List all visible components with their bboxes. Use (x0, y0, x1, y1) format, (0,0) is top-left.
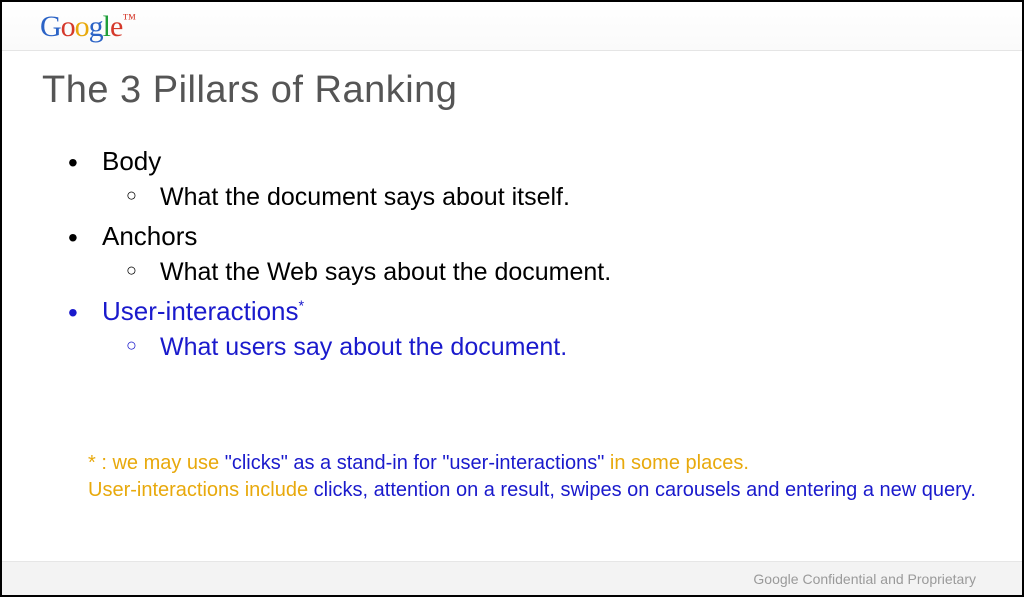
google-logo: Google™ (40, 10, 135, 43)
logo-letter-g2: g (89, 10, 103, 43)
pillar-sublist: What the document says about itself. (102, 181, 982, 215)
footer-text: Google Confidential and Proprietary (753, 571, 976, 587)
logo-tm: ™ (122, 12, 135, 27)
footnote-segment: User-interactions include (88, 479, 308, 501)
slide-frame: Google™ The 3 Pillars of Ranking Body Wh… (0, 0, 1024, 597)
logo-letter-o2: o (75, 10, 89, 43)
pillar-item-body: Body What the document says about itself… (102, 144, 982, 215)
slide-header: Google™ (2, 2, 1022, 51)
pillar-name: Anchors (102, 221, 197, 251)
pillar-item-anchors: Anchors What the Web says about the docu… (102, 219, 982, 290)
logo-letter-g1: G (40, 10, 61, 43)
footnote-segment: * : we may use (88, 452, 225, 474)
logo-letter-e: e (110, 10, 122, 43)
pillar-name: Body (102, 146, 161, 176)
pillar-superscript: * (299, 298, 305, 314)
slide-title: The 3 Pillars of Ranking (42, 69, 982, 112)
pillar-list: Body What the document says about itself… (42, 144, 982, 365)
pillar-name: User-interactions (102, 296, 299, 326)
logo-letter-o1: o (61, 10, 75, 43)
pillar-desc: What the Web says about the document. (160, 256, 982, 290)
footnote-segment: in some places. (604, 452, 749, 474)
slide-footnote: * : we may use "clicks" as a stand-in fo… (88, 450, 982, 504)
pillar-sublist: What the Web says about the document. (102, 256, 982, 290)
footnote-segment: "clicks" as a stand-in for "user-interac… (225, 452, 605, 474)
footnote-segment: clicks, attention on a result, swipes on… (308, 479, 976, 501)
logo-letter-l: l (103, 10, 110, 43)
pillar-sublist: What users say about the document. (102, 331, 982, 365)
pillar-desc: What the document says about itself. (160, 181, 982, 215)
slide-footer-bar: Google Confidential and Proprietary (2, 561, 1022, 595)
pillar-item-user-interactions: User-interactions* What users say about … (102, 294, 982, 365)
slide-content: The 3 Pillars of Ranking Body What the d… (2, 51, 1022, 365)
pillar-desc: What users say about the document. (160, 331, 982, 365)
